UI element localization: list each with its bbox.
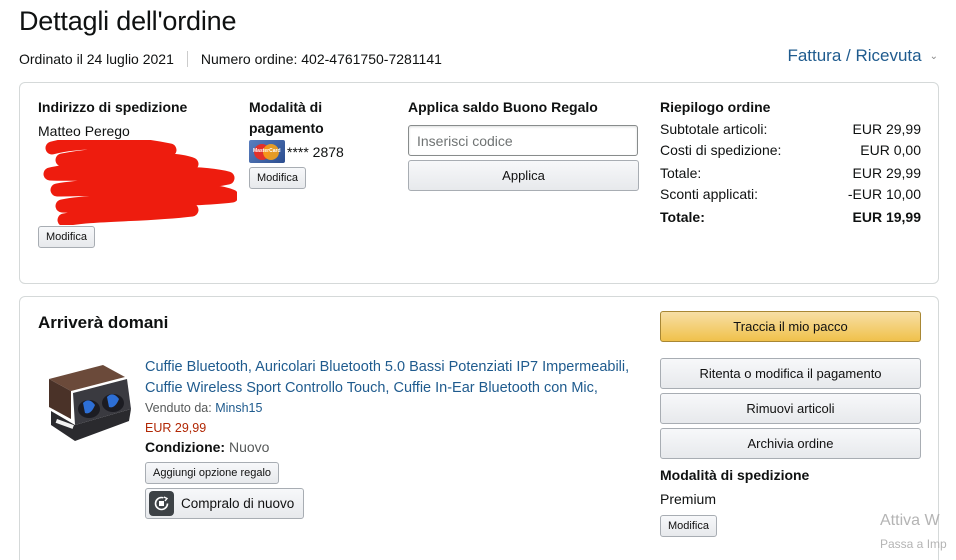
grand-total-label: Totale: xyxy=(660,209,705,225)
product-title-line2: Cuffie Wireless Sport Controllo Touch, C… xyxy=(145,380,598,396)
summary-value: EUR 29,99 xyxy=(852,165,921,181)
add-gift-option-button[interactable]: Aggiungi opzione regalo xyxy=(145,462,280,484)
summary-value: -EUR 10,00 xyxy=(847,186,921,202)
card-number: **** 2878 xyxy=(287,144,344,160)
buy-again-label: Compralo di nuovo xyxy=(181,496,295,511)
shipping-address-heading: Indirizzo di spedizione xyxy=(38,99,188,115)
shipping-method-heading: Modalità di spedizione xyxy=(660,467,810,483)
summary-row-shipping: Costi di spedizione: EUR 0,00 xyxy=(660,142,921,158)
order-summary-box: Indirizzo di spedizione Matteo Perego Mo… xyxy=(19,82,939,284)
gift-card-heading: Applica saldo Buono Regalo xyxy=(408,99,598,115)
shipping-method-value: Premium xyxy=(660,491,717,507)
summary-label: Totale: xyxy=(660,165,702,181)
buy-again-icon xyxy=(149,491,174,516)
product-condition: Condizione: Nuovo xyxy=(145,439,269,455)
condition-label: Condizione: xyxy=(145,439,226,455)
grand-total-value: EUR 19,99 xyxy=(852,209,921,225)
seller-link[interactable]: Minsh15 xyxy=(215,401,262,415)
summary-label: Costi di spedizione: xyxy=(660,142,782,158)
apply-gift-card-button[interactable]: Applica xyxy=(408,160,639,191)
os-activation-watermark-sub: Passa a Imp xyxy=(880,537,947,551)
invoice-dropdown[interactable]: Fattura / Ricevuta ⌄ xyxy=(787,46,938,66)
edit-payment-button[interactable]: Modifica xyxy=(249,167,306,189)
sold-by-label: Venduto da: xyxy=(145,401,212,415)
summary-label: Sconti applicati: xyxy=(660,186,759,202)
edit-address-button[interactable]: Modifica xyxy=(38,226,95,248)
track-package-button[interactable]: Traccia il mio pacco xyxy=(660,311,921,342)
product-price: EUR 29,99 xyxy=(145,421,207,435)
summary-row-discounts: Sconti applicati: -EUR 10,00 xyxy=(660,186,921,202)
order-summary-heading: Riepilogo ordine xyxy=(660,99,771,115)
summary-label: Subtotale articoli: xyxy=(660,121,768,137)
order-date: Ordinato il 24 luglio 2021 xyxy=(19,51,174,67)
page-title: Dettagli dell'ordine xyxy=(19,6,237,36)
divider xyxy=(186,51,188,67)
edit-shipping-method-button[interactable]: Modifica xyxy=(660,515,717,537)
shipment-box: Arriverà domani Cuffie Bluetooth, Aurico… xyxy=(19,296,939,560)
payment-heading-line2: pagamento xyxy=(249,120,324,136)
order-meta: Ordinato il 24 luglio 2021 Numero ordine… xyxy=(19,51,442,67)
buy-again-button[interactable]: Compralo di nuovo xyxy=(145,488,304,519)
summary-row-grand-total: Totale: EUR 19,99 xyxy=(660,209,921,225)
os-activation-watermark: Attiva W xyxy=(880,512,940,529)
mastercard-icon: MasterCard xyxy=(249,140,285,163)
condition-value: Nuovo xyxy=(229,439,270,455)
summary-value: EUR 0,00 xyxy=(860,142,921,158)
remove-items-button[interactable]: Rimuovi articoli xyxy=(660,393,921,424)
order-number: Numero ordine: 402-4761750-7281141 xyxy=(200,51,442,67)
payment-heading-line1: Modalità di xyxy=(249,99,323,115)
gift-card-code-input[interactable] xyxy=(408,125,638,156)
redacted-address-scribble xyxy=(43,140,237,225)
invoice-link-label: Fattura / Ricevuta xyxy=(787,46,922,65)
product-title-link[interactable]: Cuffie Bluetooth, Auricolari Bluetooth 5… xyxy=(145,357,645,399)
chevron-down-icon: ⌄ xyxy=(929,50,938,62)
recipient-name: Matteo Perego xyxy=(38,123,130,139)
product-title-line1: Cuffie Bluetooth, Auricolari Bluetooth 5… xyxy=(145,359,630,375)
retry-payment-button[interactable]: Ritenta o modifica il pagamento xyxy=(660,358,921,389)
summary-row-total: Totale: EUR 29,99 xyxy=(660,165,921,181)
sold-by: Venduto da: Minsh15 xyxy=(145,401,262,415)
product-image[interactable] xyxy=(43,359,135,449)
arrival-status: Arriverà domani xyxy=(38,313,169,332)
summary-row-subtotal: Subtotale articoli: EUR 29,99 xyxy=(660,121,921,137)
archive-order-button[interactable]: Archivia ordine xyxy=(660,428,921,459)
summary-value: EUR 29,99 xyxy=(852,121,921,137)
